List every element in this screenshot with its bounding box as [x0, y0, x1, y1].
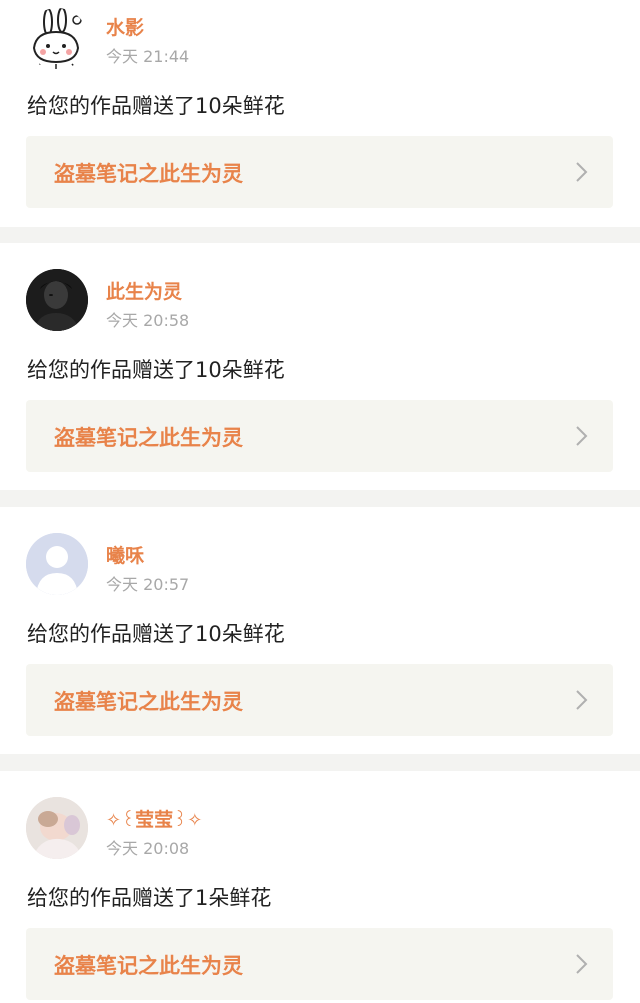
notification-card: 曦咊 今天 20:57 给您的作品赠送了10朵鲜花 盗墓笔记之此生为灵 — [0, 507, 640, 754]
decoration-icon: ✧꒰ — [106, 810, 136, 831]
chevron-right-icon — [575, 952, 589, 976]
notification-card: ✧꒰莹莹꒱✧ 今天 20:08 给您的作品赠送了1朵鲜花 盗墓笔记之此生为灵 — [0, 771, 640, 1003]
notification-card: 此生为灵 今天 20:58 给您的作品赠送了10朵鲜花 盗墓笔记之此生为灵 — [0, 243, 640, 490]
avatar[interactable] — [26, 533, 88, 595]
notification-message: 给您的作品赠送了10朵鲜花 — [27, 358, 285, 382]
avatar[interactable] — [26, 8, 88, 70]
work-link-card[interactable]: 盗墓笔记之此生为灵 — [26, 136, 613, 208]
timestamp: 今天 21:44 — [106, 47, 190, 66]
chevron-right-icon — [575, 160, 589, 184]
username[interactable]: ✧꒰莹莹꒱✧ — [106, 805, 202, 832]
avatar[interactable] — [26, 269, 88, 331]
chevron-right-icon — [575, 424, 589, 448]
notification-message: 给您的作品赠送了1朵鲜花 — [27, 886, 272, 910]
notification-card: 水影 今天 21:44 给您的作品赠送了10朵鲜花 盗墓笔记之此生为灵 — [0, 0, 640, 227]
timestamp: 今天 20:58 — [106, 311, 190, 330]
work-link-card[interactable]: 盗墓笔记之此生为灵 — [26, 400, 613, 472]
timestamp: 今天 20:57 — [106, 575, 190, 594]
decoration-icon: ꒱✧ — [173, 810, 203, 831]
notification-feed: 水影 今天 21:44 给您的作品赠送了10朵鲜花 盗墓笔记之此生为灵 此生为灵… — [0, 0, 640, 1003]
work-title: 盗墓笔记之此生为灵 — [54, 690, 243, 714]
work-title: 盗墓笔记之此生为灵 — [54, 954, 243, 978]
chevron-right-icon — [575, 688, 589, 712]
timestamp: 今天 20:08 — [106, 839, 190, 858]
work-title: 盗墓笔记之此生为灵 — [54, 426, 243, 450]
work-title: 盗墓笔记之此生为灵 — [54, 162, 243, 186]
avatar[interactable] — [26, 797, 88, 859]
work-link-card[interactable]: 盗墓笔记之此生为灵 — [26, 928, 613, 1000]
username[interactable]: 此生为灵 — [106, 277, 182, 304]
notification-message: 给您的作品赠送了10朵鲜花 — [27, 94, 285, 118]
username[interactable]: 曦咊 — [106, 541, 144, 568]
notification-message: 给您的作品赠送了10朵鲜花 — [27, 622, 285, 646]
username[interactable]: 水影 — [106, 13, 144, 40]
work-link-card[interactable]: 盗墓笔记之此生为灵 — [26, 664, 613, 736]
